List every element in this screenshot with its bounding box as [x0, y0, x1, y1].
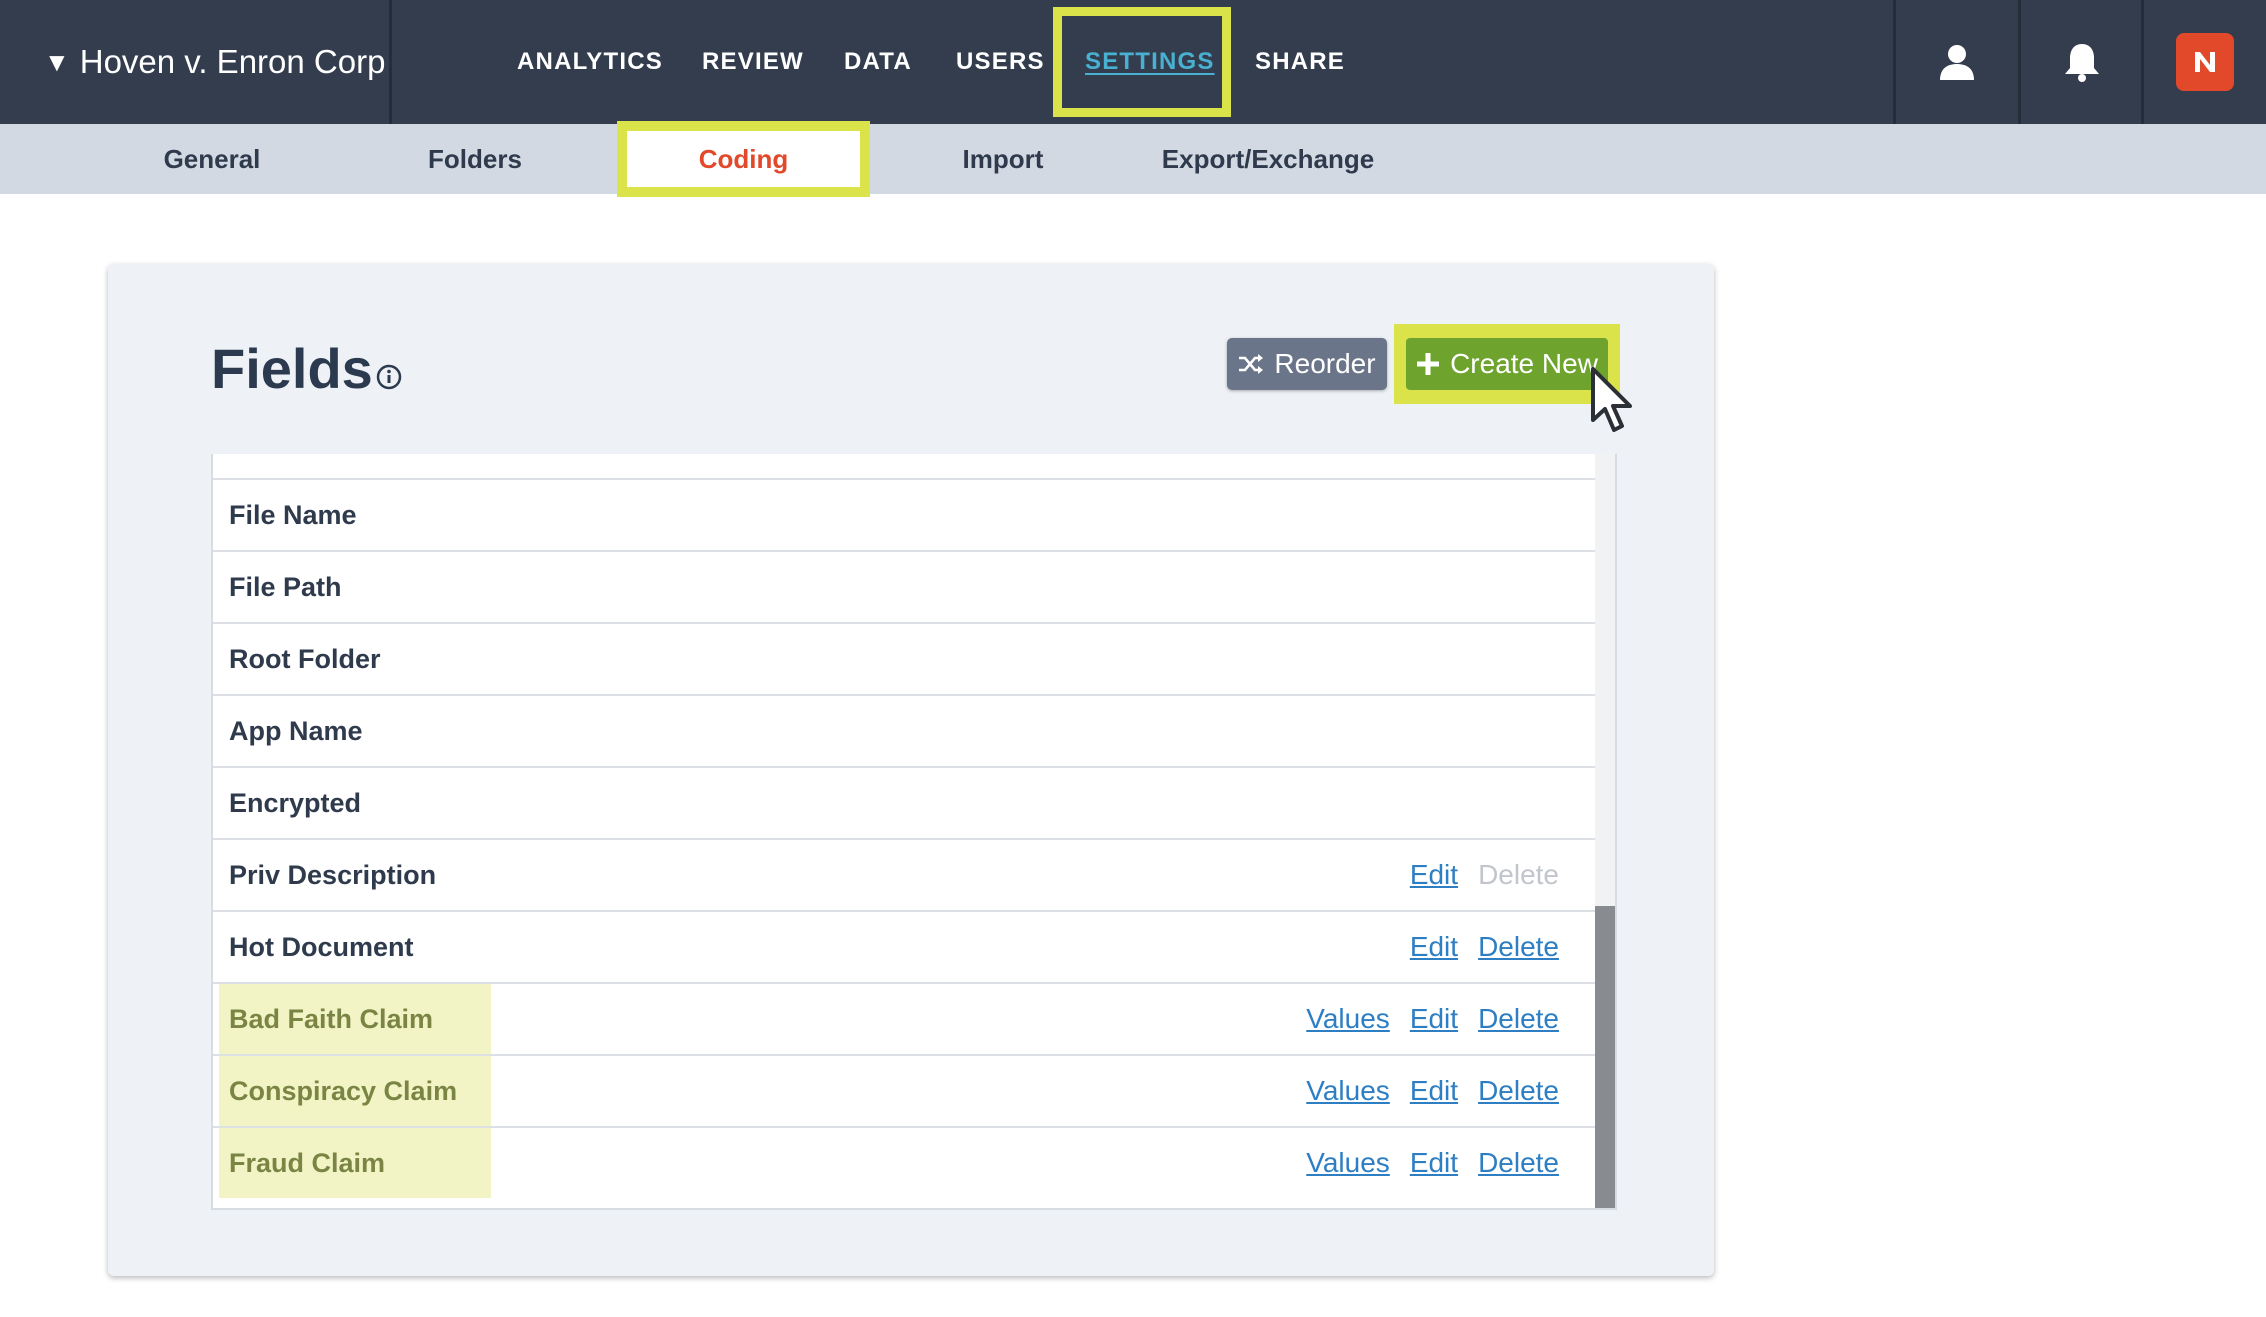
settings-subnav: General Folders Coding Import Export/Exc…: [0, 121, 2266, 197]
values-link[interactable]: Values: [1306, 1003, 1390, 1035]
create-new-highlight-box: Create New: [1394, 324, 1620, 404]
app-logo-button[interactable]: [2141, 0, 2266, 124]
row-actions: Edit Delete: [1410, 840, 1559, 910]
nav-analytics[interactable]: ANALYTICS: [517, 0, 663, 124]
create-new-button[interactable]: Create New: [1406, 338, 1608, 390]
field-name: App Name: [229, 715, 363, 746]
table-row: Hot Document Edit Delete: [213, 910, 1595, 982]
values-link[interactable]: Values: [1306, 1075, 1390, 1107]
field-name: Fraud Claim: [219, 1128, 491, 1198]
create-new-label: Create New: [1450, 348, 1598, 379]
table-row: Last Print Date: [213, 454, 1595, 478]
table-scrollbar[interactable]: [1595, 454, 1615, 1208]
edit-link[interactable]: Edit: [1410, 931, 1458, 963]
row-actions: Values Edit Delete: [1306, 1056, 1559, 1126]
mouse-pointer-icon: [1591, 367, 1632, 432]
fields-list: Last Print Date File Name File Path Root…: [213, 454, 1595, 1198]
field-name: File Name: [229, 499, 357, 530]
field-name: Last Print Date: [213, 454, 420, 478]
edit-link[interactable]: Edit: [1410, 859, 1458, 891]
delete-link[interactable]: Delete: [1478, 931, 1559, 963]
info-icon[interactable]: [376, 364, 402, 390]
notifications-button[interactable]: [2018, 0, 2143, 124]
case-selector[interactable]: ▼ Hoven v. Enron Corp: [6, 0, 392, 124]
table-row: Bad Faith Claim Values Edit Delete: [213, 982, 1595, 1054]
field-name: Bad Faith Claim: [219, 984, 491, 1054]
table-row: Fraud Claim Values Edit Delete: [213, 1126, 1595, 1198]
page-title: Fields: [211, 337, 373, 400]
field-name: Root Folder: [229, 643, 381, 674]
table-row: Priv Description Edit Delete: [213, 838, 1595, 910]
delete-link-disabled: Delete: [1478, 859, 1559, 890]
fields-card: Fields Reorder Create New Last Print: [108, 264, 1714, 1276]
edit-link[interactable]: Edit: [1410, 1003, 1458, 1035]
case-title: Hoven v. Enron Corp: [79, 43, 386, 80]
table-row: Conspiracy Claim Values Edit Delete: [213, 1054, 1595, 1126]
app-logo-icon: [2176, 33, 2234, 91]
reorder-label: Reorder: [1274, 348, 1376, 379]
table-row: App Name: [213, 694, 1595, 766]
nav-share[interactable]: SHARE: [1255, 0, 1345, 124]
field-name: Encrypted: [229, 787, 362, 818]
top-nav-bar: ▼ Hoven v. Enron Corp ANALYTICS REVIEW D…: [0, 0, 2266, 124]
plus-icon: [1417, 353, 1440, 375]
field-name: Priv Description: [229, 859, 437, 890]
nav-data[interactable]: DATA: [844, 0, 912, 124]
edit-link[interactable]: Edit: [1410, 1075, 1458, 1107]
nav-review[interactable]: REVIEW: [702, 0, 804, 124]
subnav-coding[interactable]: Coding: [617, 121, 870, 197]
table-row: File Name: [213, 478, 1595, 550]
row-actions: Values Edit Delete: [1306, 1128, 1559, 1198]
reorder-button[interactable]: Reorder: [1227, 338, 1387, 390]
subnav-folders[interactable]: Folders: [405, 124, 545, 194]
edit-link[interactable]: Edit: [1410, 1147, 1458, 1179]
table-row: File Path: [213, 550, 1595, 622]
delete-link[interactable]: Delete: [1478, 1075, 1559, 1107]
table-row: Encrypted: [213, 766, 1595, 838]
fields-table: Last Print Date File Name File Path Root…: [211, 454, 1617, 1210]
nav-users[interactable]: USERS: [956, 0, 1045, 124]
shuffle-icon: [1239, 354, 1264, 374]
field-name: File Path: [229, 571, 342, 602]
subnav-export-exchange[interactable]: Export/Exchange: [1150, 124, 1386, 194]
user-menu-button[interactable]: [1893, 0, 2018, 124]
nav-settings[interactable]: SETTINGS: [1085, 0, 1215, 124]
subnav-general[interactable]: General: [142, 124, 282, 194]
row-actions: Edit Delete: [1410, 912, 1559, 982]
row-actions: Values Edit Delete: [1306, 984, 1559, 1054]
field-name: Hot Document: [229, 931, 414, 962]
user-icon: [1940, 45, 1974, 80]
table-row: Root Folder: [213, 622, 1595, 694]
delete-link[interactable]: Delete: [1478, 1147, 1559, 1179]
bell-icon: [2065, 44, 2099, 82]
delete-link[interactable]: Delete: [1478, 1003, 1559, 1035]
caret-down-icon: ▼: [44, 46, 70, 77]
field-name: Conspiracy Claim: [219, 1056, 491, 1126]
values-link[interactable]: Values: [1306, 1147, 1390, 1179]
subnav-import[interactable]: Import: [933, 124, 1073, 194]
scrollbar-thumb[interactable]: [1595, 906, 1615, 1208]
